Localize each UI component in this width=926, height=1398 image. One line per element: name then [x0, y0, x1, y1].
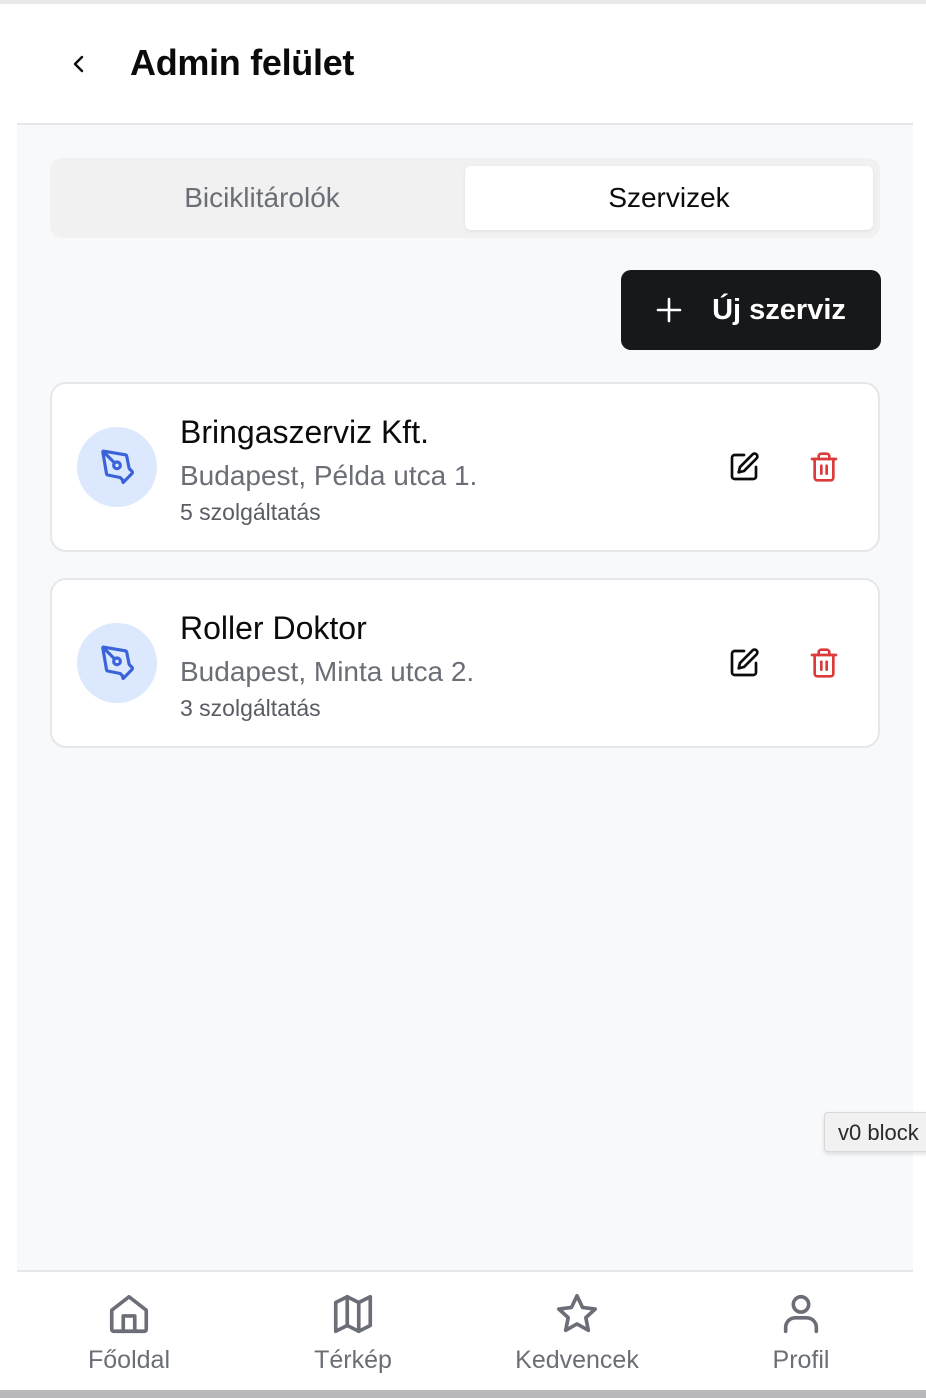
nav-item-kedvencek[interactable]: Kedvencek	[465, 1272, 689, 1390]
v0-block-badge[interactable]: v0 block	[824, 1112, 926, 1152]
service-address: Budapest, Minta utca 2.	[180, 656, 475, 687]
service-avatar	[77, 623, 157, 703]
delete-button[interactable]	[804, 643, 844, 683]
nav-item-profil[interactable]: Profil	[689, 1272, 913, 1390]
new-service-label: Új szerviz	[712, 293, 846, 326]
service-address: Budapest, Példa utca 1.	[180, 460, 478, 491]
service-avatar	[77, 427, 157, 507]
header: Admin felület	[17, 4, 913, 125]
nav-label: Főoldal	[88, 1346, 170, 1374]
bottom-edge	[0, 1390, 926, 1398]
nav-label: Térkép	[314, 1346, 392, 1374]
service-count: 5 szolgáltatás	[180, 499, 321, 525]
tab-biciklitarolok[interactable]: Biciklitárolók	[58, 166, 466, 230]
edit-button[interactable]	[724, 643, 764, 683]
nav-label: Profil	[772, 1346, 830, 1374]
pen-tool-icon	[101, 449, 134, 485]
page-title: Admin felület	[130, 42, 355, 83]
back-button[interactable]	[59, 46, 99, 82]
service-card: Bringaszerviz Kft. Budapest, Példa utca …	[50, 382, 880, 552]
service-card: Roller Doktor Budapest, Minta utca 2. 3 …	[50, 578, 880, 748]
nav-item-fooldal[interactable]: Főoldal	[17, 1272, 241, 1390]
nav-label: Kedvencek	[515, 1346, 639, 1374]
tab-szervizek[interactable]: Szervizek	[465, 166, 873, 230]
trash-icon	[810, 452, 838, 482]
pen-tool-icon	[101, 645, 134, 681]
map-icon	[330, 1290, 376, 1338]
star-icon	[554, 1290, 600, 1338]
chevron-left-icon	[73, 55, 84, 73]
edit-icon	[730, 648, 759, 677]
tab-list: Biciklitárolók Szervizek	[50, 158, 880, 238]
nav-item-terkep[interactable]: Térkép	[241, 1272, 465, 1390]
app-container: Admin felület Biciklitárolók Szervizek Ú…	[17, 4, 913, 1390]
plus-icon	[656, 297, 682, 323]
trash-icon	[810, 648, 838, 678]
service-name: Bringaszerviz Kft.	[180, 414, 429, 450]
new-service-button[interactable]: Új szerviz	[621, 270, 881, 350]
user-icon	[778, 1290, 824, 1338]
service-count: 3 szolgáltatás	[180, 695, 321, 721]
home-icon	[106, 1290, 152, 1338]
service-name: Roller Doktor	[180, 610, 367, 646]
bottom-nav: Főoldal Térkép Kedvencek Profil	[17, 1270, 913, 1390]
delete-button[interactable]	[804, 447, 844, 487]
edit-icon	[730, 452, 759, 481]
edit-button[interactable]	[724, 447, 764, 487]
